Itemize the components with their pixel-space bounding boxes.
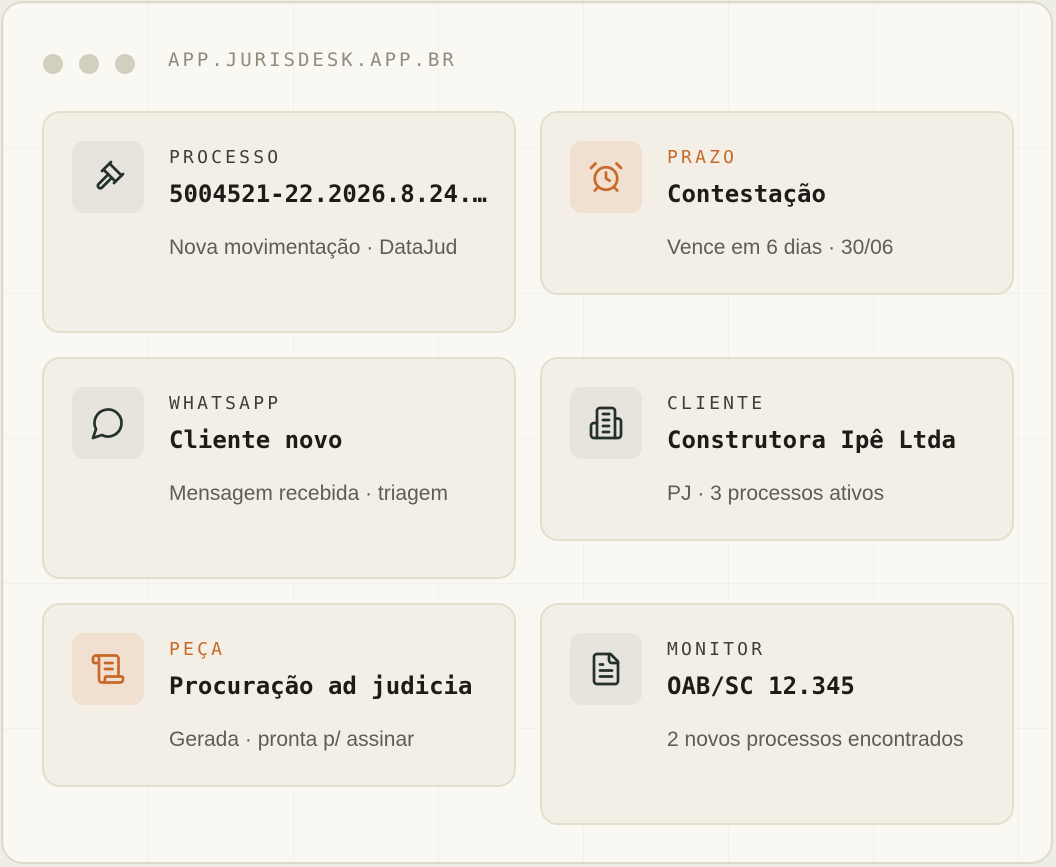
card-whatsapp[interactable]: WHATSAPP Cliente novo Mensagem recebida … xyxy=(42,357,516,579)
scroll-icon xyxy=(91,654,125,684)
window-controls xyxy=(43,54,135,74)
card-peca[interactable]: PEÇA Procuração ad judicia Gerada · pron… xyxy=(42,603,516,787)
card-subtitle: Vence em 6 dias · 30/06 xyxy=(667,236,894,259)
card-label: PRAZO xyxy=(667,147,738,168)
card-processo[interactable]: PROCESSO 5004521-22.2026.8.24.0023 Nova … xyxy=(42,111,516,333)
card-subtitle: PJ · 3 processos ativos xyxy=(667,482,885,505)
card-subtitle: Gerada · pronta p/ assinar xyxy=(169,728,415,751)
address-url[interactable]: APP.JURISDESK.APP.BR xyxy=(168,49,457,71)
card-title: Cliente novo xyxy=(169,426,343,454)
window-dot-minimize[interactable] xyxy=(79,54,99,74)
document-icon xyxy=(592,652,620,686)
card-cliente[interactable]: CLIENTE Construtora Ipê Ltda PJ · 3 proc… xyxy=(540,357,1014,541)
window-dot-maximize[interactable] xyxy=(115,54,135,74)
card-label: CLIENTE xyxy=(667,393,766,414)
card-subtitle: Nova movimentação · DataJud xyxy=(169,236,458,259)
card-label: MONITOR xyxy=(667,639,766,660)
card-prazo[interactable]: PRAZO Contestação Vence em 6 dias · 30/0… xyxy=(540,111,1014,295)
card-label: PEÇA xyxy=(169,639,226,660)
card-label: WHATSAPP xyxy=(169,393,282,414)
card-title: Contestação xyxy=(667,180,826,208)
building-icon xyxy=(589,406,623,440)
chat-bubble-icon xyxy=(91,408,123,440)
card-title: 5004521-22.2026.8.24.0023 xyxy=(169,180,489,208)
scroll-icon-box xyxy=(72,633,144,705)
document-icon-box xyxy=(570,633,642,705)
card-subtitle: Mensagem recebida · triagem xyxy=(169,482,448,505)
alarm-clock-icon xyxy=(589,162,623,192)
card-title: Construtora Ipê Ltda xyxy=(667,426,956,454)
browser-window: APP.JURISDESK.APP.BR PROCESSO 5004521-22… xyxy=(1,1,1053,864)
window-dot-close[interactable] xyxy=(43,54,63,74)
gavel-icon xyxy=(96,160,125,190)
card-monitor[interactable]: MONITOR OAB/SC 12.345 2 novos processos … xyxy=(540,603,1014,825)
alarm-clock-icon-box xyxy=(570,141,642,213)
card-subtitle: 2 novos processos encontrados xyxy=(667,728,964,751)
card-title: Procuração ad judicia xyxy=(169,672,473,700)
building-icon-box xyxy=(570,387,642,459)
card-title: OAB/SC 12.345 xyxy=(667,672,855,700)
gavel-icon-box xyxy=(72,141,144,213)
chat-bubble-icon-box xyxy=(72,387,144,459)
card-label: PROCESSO xyxy=(169,147,282,168)
